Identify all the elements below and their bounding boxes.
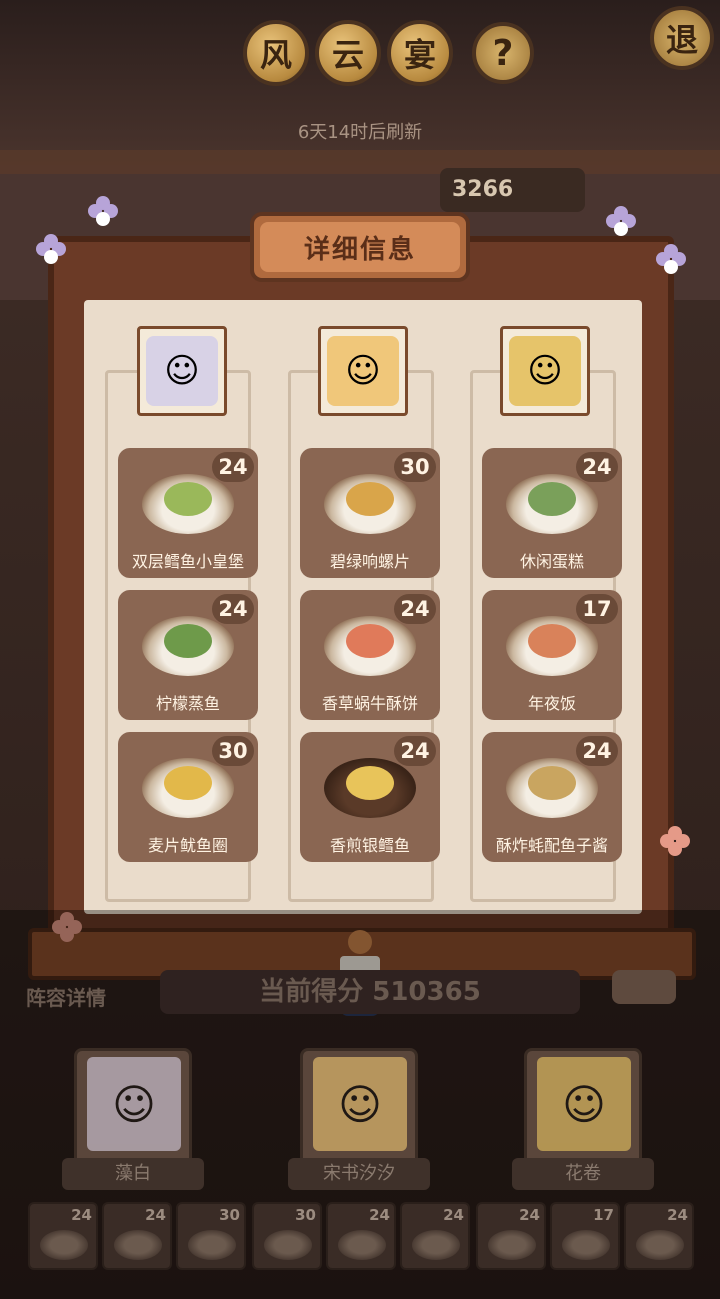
flower-icon xyxy=(88,196,118,226)
slot-count: 24 xyxy=(443,1206,464,1224)
lineup-dish-slot: 30 xyxy=(252,1202,322,1270)
cat-ear-boy-icon: ☺ xyxy=(509,336,581,406)
slot-count: 30 xyxy=(295,1206,316,1224)
lineup-dish-slot: 30 xyxy=(176,1202,246,1270)
member-name: 花卷 xyxy=(512,1158,654,1190)
dish-count: 24 xyxy=(576,736,618,766)
lineup-member-3: ☺ xyxy=(524,1048,642,1170)
lineup-dish-slot: 24 xyxy=(326,1202,396,1270)
dish-name: 香草蜗牛酥饼 xyxy=(321,694,418,713)
slot-count: 24 xyxy=(369,1206,390,1224)
dish-card[interactable]: 17 年夜饭 xyxy=(482,590,622,720)
lineup-dish-slot: 17 xyxy=(550,1202,620,1270)
silver-hair-girl-icon: ☺ xyxy=(146,336,218,406)
lineup-dish-slot: 24 xyxy=(102,1202,172,1270)
slot-count: 24 xyxy=(519,1206,540,1224)
dish-card[interactable]: 24 双层鳕鱼小皇堡 xyxy=(118,448,258,578)
dish-name: 碧绿响螺片 xyxy=(329,552,410,571)
flower-icon xyxy=(656,244,686,274)
dish-card[interactable]: 24 柠檬蒸鱼 xyxy=(118,590,258,720)
dish-count: 24 xyxy=(394,594,436,624)
dish-name: 麦片鱿鱼圈 xyxy=(147,836,228,855)
refresh-timer: 6天14时后刷新 xyxy=(297,122,423,143)
slot-count: 30 xyxy=(219,1206,240,1224)
event-title: 风 云 宴 xyxy=(243,20,453,86)
dish-name: 香煎银鳕鱼 xyxy=(329,836,410,855)
character-portrait-3[interactable]: ☺ xyxy=(500,326,590,416)
panel-title-plate: 详细信息 xyxy=(250,212,470,282)
blonde-girl-flowers-icon: ☺ xyxy=(327,336,399,406)
dish-count: 30 xyxy=(212,736,254,766)
lineup-dish-slot: 24 xyxy=(28,1202,98,1270)
dish-card[interactable]: 30 麦片鱿鱼圈 xyxy=(118,732,258,862)
flower-icon xyxy=(36,234,66,264)
character-portrait-1[interactable]: ☺ xyxy=(137,326,227,416)
slot-count: 24 xyxy=(71,1206,92,1224)
lineup-dish-slot: 24 xyxy=(624,1202,694,1270)
panel-title: 详细信息 xyxy=(260,222,460,272)
current-score: 当前得分 510365 xyxy=(160,970,580,1014)
top-score: 3266 xyxy=(440,168,585,212)
dish-count: 30 xyxy=(394,452,436,482)
dish-card[interactable]: 30 碧绿响螺片 xyxy=(300,448,440,578)
member-name: 藻白 xyxy=(62,1158,204,1190)
footer-small-button xyxy=(612,970,676,1004)
dish-name: 年夜饭 xyxy=(527,694,576,713)
silver-hair-girl-icon: ☺ xyxy=(87,1057,181,1151)
cat-ear-boy-icon: ☺ xyxy=(537,1057,631,1151)
dish-count: 24 xyxy=(212,452,254,482)
lintel-beam xyxy=(0,150,720,174)
dish-count: 24 xyxy=(576,452,618,482)
title-char-3: 宴 xyxy=(387,20,453,86)
lineup-member-1: ☺ xyxy=(74,1048,192,1170)
exit-button[interactable]: 退 xyxy=(650,6,714,70)
dish-card[interactable]: 24 香草蜗牛酥饼 xyxy=(300,590,440,720)
dish-name: 柠檬蒸鱼 xyxy=(155,694,220,713)
title-char-2: 云 xyxy=(315,20,381,86)
dish-count: 24 xyxy=(394,736,436,766)
lineup-dish-slot: 24 xyxy=(400,1202,470,1270)
dish-name: 休闲蛋糕 xyxy=(519,552,584,571)
blonde-girl-flowers-icon: ☺ xyxy=(313,1057,407,1151)
character-portrait-2[interactable]: ☺ xyxy=(318,326,408,416)
lineup-dish-slot: 24 xyxy=(476,1202,546,1270)
dish-card[interactable]: 24 酥炸蚝配鱼子酱 xyxy=(482,732,622,862)
title-char-1: 风 xyxy=(243,20,309,86)
dish-name: 双层鳕鱼小皇堡 xyxy=(131,552,244,571)
slot-count: 24 xyxy=(145,1206,166,1224)
flower-icon xyxy=(660,826,690,856)
slot-count: 24 xyxy=(667,1206,688,1224)
lineup-member-2: ☺ xyxy=(300,1048,418,1170)
dish-card[interactable]: 24 香煎银鳕鱼 xyxy=(300,732,440,862)
dish-name: 酥炸蚝配鱼子酱 xyxy=(495,836,608,855)
dish-count: 24 xyxy=(212,594,254,624)
flower-icon xyxy=(606,206,636,236)
help-button[interactable]: ? xyxy=(472,22,534,84)
member-name: 宋书汐汐 xyxy=(288,1158,430,1190)
dish-card[interactable]: 24 休闲蛋糕 xyxy=(482,448,622,578)
dish-count: 17 xyxy=(576,594,618,624)
lineup-details-label: 阵容详情 xyxy=(26,986,106,1010)
slot-count: 17 xyxy=(593,1206,614,1224)
